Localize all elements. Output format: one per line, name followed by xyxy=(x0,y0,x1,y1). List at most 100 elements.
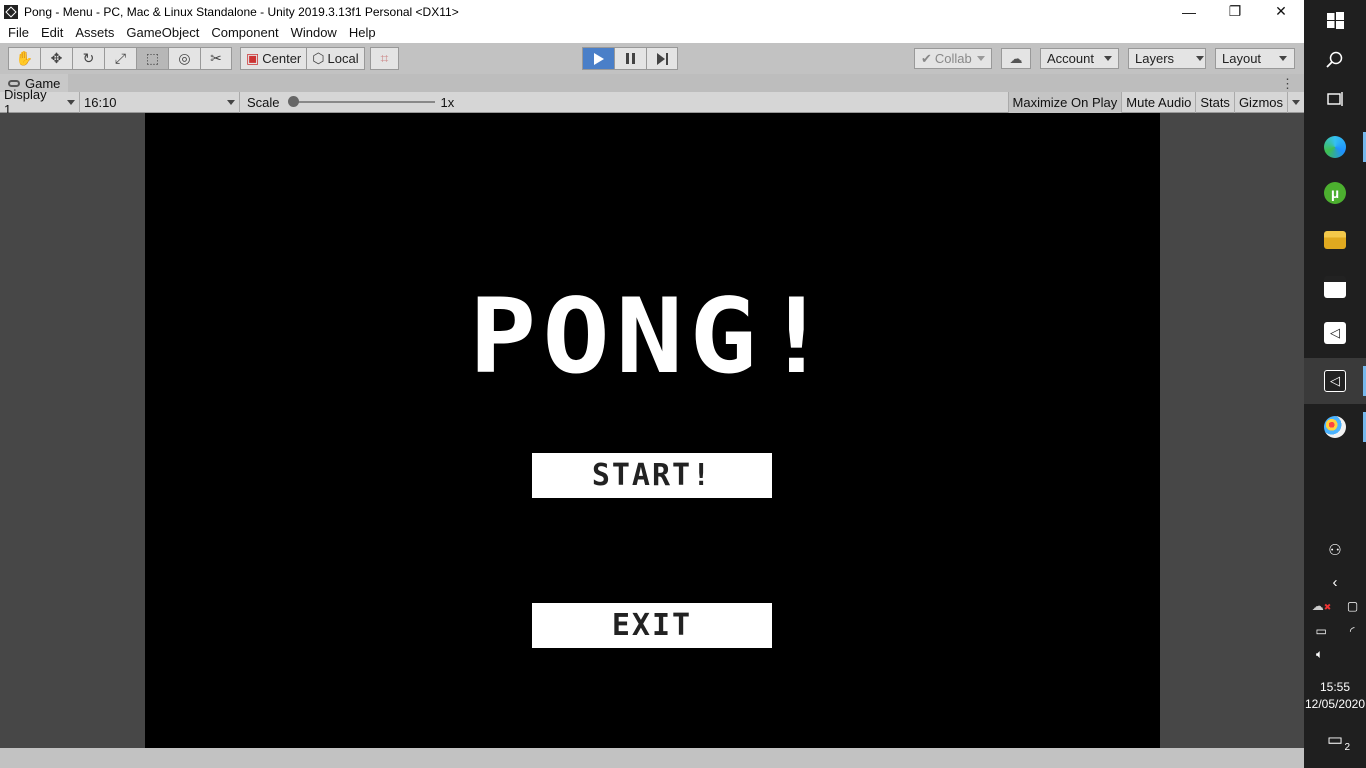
check-icon: ✔ xyxy=(921,50,932,66)
taskbar-unity-editor[interactable]: ◁ xyxy=(1304,358,1366,404)
taskbar-utorrent[interactable]: µ xyxy=(1304,178,1366,208)
notification-icon: ▭ 2 xyxy=(1326,730,1351,753)
display-dropdown[interactable]: Display 1 xyxy=(0,87,80,117)
show-hidden-icons-button[interactable]: ‹ xyxy=(1304,572,1366,592)
chevron-down-icon xyxy=(1196,56,1205,61)
grid-snap-button[interactable]: ⌗ xyxy=(370,47,399,70)
pivot-center-button[interactable]: ▣ Center xyxy=(240,47,307,70)
collab-label: Collab xyxy=(934,51,972,66)
game-title: PONG! xyxy=(468,277,837,397)
pivot-local-button[interactable]: ⬡ Local xyxy=(306,47,365,70)
rotate-tool-button[interactable]: ↻ xyxy=(72,47,104,70)
layers-label: Layers xyxy=(1135,51,1175,66)
layout-label: Layout xyxy=(1222,51,1262,66)
game-screen: PONG! START! EXIT xyxy=(145,113,1160,748)
menu-bar: File Edit Assets GameObject Component Wi… xyxy=(0,23,1304,43)
minimize-button[interactable]: — xyxy=(1166,0,1212,23)
play-icon xyxy=(593,52,604,65)
menu-help[interactable]: Help xyxy=(343,23,382,43)
clock[interactable]: 15:55 12/05/2020 xyxy=(1304,678,1366,714)
taskbar-video-editor[interactable] xyxy=(1304,272,1366,302)
search-button[interactable] xyxy=(1304,48,1366,72)
exit-button[interactable]: EXIT xyxy=(532,603,772,648)
folder-icon xyxy=(1324,231,1346,249)
menu-component[interactable]: Component xyxy=(205,23,284,43)
windows-icon xyxy=(1326,11,1344,29)
maximize-button[interactable]: ❐ xyxy=(1212,0,1258,23)
main-toolbar: ✋ ✥ ↻ ⤢ ⬚ ◎ ✂ ▣ Center ⬡ Local ⌗ ✔ Colla… xyxy=(0,43,1304,74)
volume-icon[interactable]: 🔈︎ xyxy=(1316,647,1323,662)
transform-tool-button[interactable]: ◎ xyxy=(168,47,200,70)
menu-window[interactable]: Window xyxy=(285,23,343,43)
aspect-dropdown[interactable]: 16:10 xyxy=(80,91,240,113)
cloud-button[interactable]: ☁ xyxy=(1001,48,1031,69)
onedrive-error-icon[interactable]: ☁✖ xyxy=(1312,599,1332,613)
pivot-local-label: Local xyxy=(327,51,359,66)
account-dropdown[interactable]: Account xyxy=(1040,48,1119,69)
menu-gameobject[interactable]: GameObject xyxy=(120,23,205,43)
grid-snap-group: ⌗ xyxy=(370,47,399,70)
layers-dropdown[interactable]: Layers xyxy=(1128,48,1206,69)
game-view-controls: Display 1 16:10 Scale 1x Maximize On Pla… xyxy=(0,87,1304,117)
tab-menu-icon[interactable]: ⋮ xyxy=(1281,76,1294,92)
rect-tool-button[interactable]: ⬚ xyxy=(136,47,168,70)
taskbar-paint[interactable] xyxy=(1304,412,1366,442)
scale-tool-button[interactable]: ⤢ xyxy=(104,47,136,70)
taskbar-edge[interactable] xyxy=(1304,132,1366,162)
people-button[interactable]: ⚇ xyxy=(1304,540,1366,560)
chevron-down-icon xyxy=(1279,56,1288,61)
scale-value: 1x xyxy=(440,94,455,110)
gamepad-icon xyxy=(8,79,20,87)
action-center-button[interactable]: ▭ 2 xyxy=(1304,728,1366,753)
task-view-button[interactable] xyxy=(1304,87,1366,111)
tab-bar: Game ⋮ xyxy=(0,74,1304,92)
play-button[interactable] xyxy=(582,47,614,70)
search-icon xyxy=(1326,51,1343,68)
start-button[interactable]: START! xyxy=(532,453,772,498)
taskbar-file-explorer[interactable] xyxy=(1304,225,1366,255)
scale-slider-handle[interactable] xyxy=(287,96,299,107)
notification-count: 2 xyxy=(1344,742,1351,753)
rotate-icon: ↻ xyxy=(82,50,95,66)
pause-button[interactable] xyxy=(614,47,646,70)
status-bar xyxy=(0,748,1304,768)
taskbar-unity-hub[interactable]: ◁ xyxy=(1304,318,1366,348)
maximize-on-play-toggle[interactable]: Maximize On Play xyxy=(1007,92,1122,113)
people-icon: ⚇ xyxy=(1328,542,1342,559)
window-controls: — ❐ ✕ xyxy=(1166,0,1304,23)
hand-tool-button[interactable]: ✋ xyxy=(8,47,40,70)
layout-dropdown[interactable]: Layout xyxy=(1215,48,1295,69)
move-tool-button[interactable]: ✥ xyxy=(40,47,72,70)
menu-assets[interactable]: Assets xyxy=(69,23,120,43)
playmode-controls xyxy=(582,47,678,70)
chevron-down-icon xyxy=(67,99,75,105)
gizmos-dropdown[interactable] xyxy=(1287,92,1304,113)
battery-icon[interactable]: ▭ xyxy=(1316,624,1327,638)
mute-audio-toggle[interactable]: Mute Audio xyxy=(1121,92,1195,113)
game-viewport: PONG! START! EXIT xyxy=(0,113,1304,748)
gizmos-toggle[interactable]: Gizmos xyxy=(1233,92,1287,113)
close-button[interactable]: ✕ xyxy=(1258,0,1304,23)
collab-dropdown[interactable]: ✔ Collab xyxy=(914,48,992,69)
step-button[interactable] xyxy=(646,47,678,70)
menu-file[interactable]: File xyxy=(2,23,35,43)
scale-slider[interactable] xyxy=(287,96,435,107)
aspect-label: 16:10 xyxy=(84,94,117,110)
edge-icon xyxy=(1324,136,1346,158)
windows-taskbar: µ ◁ ◁ ⚇ ‹ ☁✖ ▢ ▭ ◜ 🔈︎ 15:55 12/05/2020 ▭… xyxy=(1304,0,1366,768)
start-button[interactable] xyxy=(1304,8,1366,32)
game-view-toggles: Maximize On Play Mute Audio Stats Gizmos xyxy=(1007,92,1304,113)
menu-edit[interactable]: Edit xyxy=(35,23,69,43)
stats-toggle[interactable]: Stats xyxy=(1195,92,1234,113)
pivot-icon: ▣ xyxy=(246,50,260,66)
tray-row-2: ▭ ◜ xyxy=(1304,622,1366,640)
tools-icon: ✂ xyxy=(210,50,222,66)
transform-tools: ✋ ✥ ↻ ⤢ ⬚ ◎ ✂ xyxy=(8,47,232,70)
custom-tool-button[interactable]: ✂ xyxy=(200,47,232,70)
wifi-icon[interactable]: ◜ xyxy=(1350,624,1355,638)
transform-icon: ◎ xyxy=(178,50,191,66)
account-label: Account xyxy=(1047,51,1094,66)
tablet-icon[interactable]: ▢ xyxy=(1347,599,1358,613)
chevron-down-icon xyxy=(976,56,985,61)
tray-row-1: ☁✖ ▢ xyxy=(1304,597,1366,615)
